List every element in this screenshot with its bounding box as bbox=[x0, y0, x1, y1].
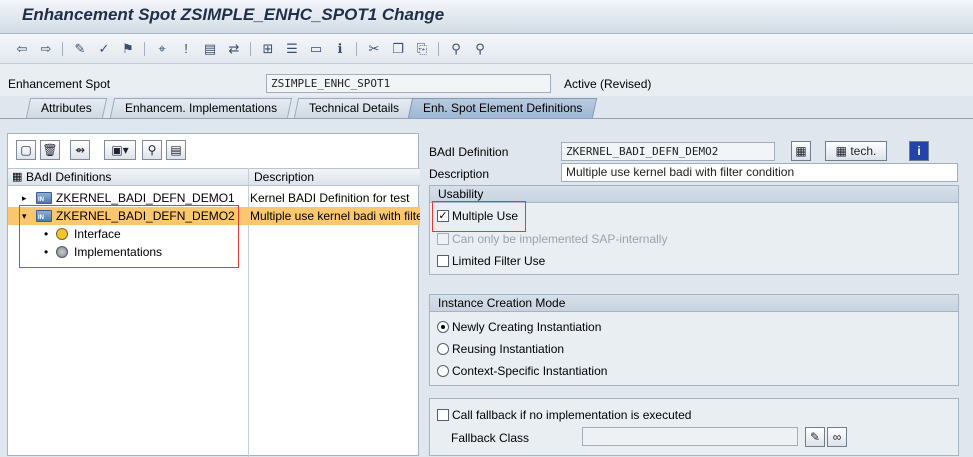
move-icon[interactable]: ⇴ bbox=[70, 140, 90, 160]
copy-icon[interactable]: ❐ bbox=[390, 41, 406, 57]
fallback-class-field[interactable] bbox=[582, 427, 798, 446]
context-specific-label: Context-Specific Instantiation bbox=[452, 364, 608, 378]
tree-root-icon: ▦ bbox=[12, 171, 23, 183]
tab-enhancement-implementations[interactable]: Enhancem. Implementations bbox=[109, 98, 293, 118]
tech-icon: ▦ bbox=[835, 144, 851, 158]
toolbar-separator bbox=[356, 42, 357, 56]
list-icon[interactable]: ☰ bbox=[284, 41, 300, 57]
tech-button[interactable]: ▦ tech. bbox=[825, 141, 887, 161]
instance-creation-title: Instance Creation Mode bbox=[430, 295, 958, 312]
cut-icon[interactable]: ✂ bbox=[366, 41, 382, 57]
tree-row-name: ZKERNEL_BADI_DEFN_DEMO2 bbox=[56, 209, 235, 223]
context-specific-radio[interactable] bbox=[437, 365, 449, 377]
badi-detail-panel: BAdI Definition ZKERNEL_BADI_DEFN_DEMO2 … bbox=[424, 133, 973, 456]
interface-icon bbox=[56, 228, 68, 240]
call-fallback-checkbox[interactable] bbox=[437, 409, 449, 421]
description-field[interactable]: Multiple use kernel badi with filter con… bbox=[561, 163, 958, 182]
tree-row-description: Multiple use kernel badi with filter con… bbox=[250, 209, 420, 223]
fallback-group: Call fallback if no implementation is ex… bbox=[429, 398, 959, 456]
limited-filter-label: Limited Filter Use bbox=[452, 254, 546, 268]
fallback-class-label: Fallback Class bbox=[451, 431, 530, 445]
usability-title: Usability bbox=[430, 186, 958, 203]
application-toolbar: ⇦ ⇨ ✎ ✓ ⚑ ⌖ ! ▤ ⇄ ⊞ ☰ ▭ ℹ ✂ ❐ ⎘ ⚲ ⚲ bbox=[0, 34, 973, 64]
sap-internal-label: Can only be implemented SAP-internally bbox=[452, 232, 668, 246]
multiple-use-label: Multiple Use bbox=[452, 209, 519, 223]
sap-internal-checkbox bbox=[437, 233, 449, 245]
tech-label: tech. bbox=[850, 144, 877, 158]
toolbar-separator bbox=[144, 42, 145, 56]
badi-properties-icon[interactable]: ▦ bbox=[791, 141, 811, 161]
limited-filter-checkbox[interactable] bbox=[437, 255, 449, 267]
tree-row-description: Kernel BADI Definition for test bbox=[250, 191, 410, 205]
find-icon[interactable]: ⚲ bbox=[448, 41, 464, 57]
badi-definition-field: ZKERNEL_BADI_DEFN_DEMO2 bbox=[561, 142, 775, 161]
info-icon[interactable]: ℹ bbox=[332, 41, 348, 57]
details-icon[interactable]: ▤ bbox=[166, 140, 186, 160]
display-glasses-icon[interactable]: ∞ bbox=[827, 427, 847, 447]
edit-pencil-icon[interactable]: ✎ bbox=[805, 427, 825, 447]
tree-child-label: Interface bbox=[74, 227, 121, 241]
tree-row-name: ZKERNEL_BADI_DEFN_DEMO1 bbox=[56, 191, 235, 205]
tree-row-selected[interactable]: ▾ ZKERNEL_BADI_DEFN_DEMO2 Multiple use k… bbox=[8, 207, 420, 225]
tree-toolbar: ▢ 🗑 ⇴ ▣▾ ⚲ ▤ bbox=[8, 140, 420, 164]
info-pin-icon[interactable]: ! bbox=[178, 41, 194, 57]
paste-icon[interactable]: ⎘ bbox=[414, 41, 430, 57]
create-icon[interactable]: ▢ bbox=[16, 140, 36, 160]
expand-icon[interactable]: ▸ bbox=[22, 189, 27, 207]
info-button-icon[interactable]: i bbox=[909, 141, 929, 161]
layout-menu-icon[interactable]: ▣▾ bbox=[104, 140, 136, 160]
newly-creating-radio[interactable] bbox=[437, 321, 449, 333]
tree-child-interface[interactable]: • Interface bbox=[8, 225, 420, 243]
where-used-icon[interactable]: ⌖ bbox=[154, 41, 170, 57]
delete-icon[interactable]: 🗑 bbox=[40, 140, 60, 160]
badi-definition-icon bbox=[36, 192, 52, 204]
instance-creation-group: Instance Creation Mode Newly Creating In… bbox=[429, 294, 959, 386]
tree-row[interactable]: ▸ ZKERNEL_BADI_DEFN_DEMO1 Kernel BADI De… bbox=[8, 189, 420, 207]
activate-icon[interactable]: ⚑ bbox=[120, 41, 136, 57]
description-label: Description bbox=[429, 167, 490, 181]
badi-tree-panel: ▢ 🗑 ⇴ ▣▾ ⚲ ▤ ▦ BAdI Definitions Descript… bbox=[7, 133, 420, 457]
back-arrow-icon[interactable]: ⇦ bbox=[14, 41, 30, 57]
forward-arrow-icon[interactable]: ⇨ bbox=[38, 41, 54, 57]
collapse-icon[interactable]: ▾ bbox=[22, 207, 27, 225]
bullet-icon: • bbox=[44, 245, 49, 259]
usability-group: Usability ✓ Multiple Use Can only be imp… bbox=[429, 185, 959, 275]
badi-definition-label: BAdI Definition bbox=[429, 145, 509, 159]
tab-attributes[interactable]: Attributes bbox=[25, 98, 107, 118]
tree-column-name: BAdI Definitions bbox=[26, 170, 112, 184]
hierarchy-icon[interactable]: ⊞ bbox=[260, 41, 276, 57]
tab-content-top bbox=[0, 118, 973, 133]
status-text: Active (Revised) bbox=[564, 77, 652, 91]
tree-child-label: Implementations bbox=[74, 245, 163, 259]
tab-strip: Attributes Enhancem. Implementations Tec… bbox=[0, 96, 973, 118]
toolbar-separator bbox=[438, 42, 439, 56]
reusing-label: Reusing Instantiation bbox=[452, 342, 565, 356]
reusing-radio[interactable] bbox=[437, 343, 449, 355]
display-object-icon[interactable]: ▤ bbox=[202, 41, 218, 57]
multiple-use-checkbox[interactable]: ✓ bbox=[437, 210, 449, 222]
tree-header: ▦ BAdI Definitions Description bbox=[8, 168, 420, 186]
newly-creating-label: Newly Creating Instantiation bbox=[452, 320, 602, 334]
edit-toggle-icon[interactable]: ✎ bbox=[72, 41, 88, 57]
enhancement-spot-label: Enhancement Spot bbox=[8, 77, 111, 91]
navigate-icon[interactable]: ⇄ bbox=[226, 41, 242, 57]
tree-column-description: Description bbox=[254, 170, 315, 184]
tab-technical-details[interactable]: Technical Details bbox=[293, 98, 415, 118]
tree-child-implementations[interactable]: • Implementations bbox=[8, 243, 420, 261]
window-icon[interactable]: ▭ bbox=[308, 41, 324, 57]
tab-element-definitions[interactable]: Enh. Spot Element Definitions bbox=[407, 98, 598, 118]
check-icon[interactable]: ✓ bbox=[96, 41, 112, 57]
call-fallback-label: Call fallback if no implementation is ex… bbox=[452, 408, 692, 422]
header-area: Enhancement Spot ZSIMPLE_ENHC_SPOT1 Acti… bbox=[0, 64, 973, 96]
toolbar-separator bbox=[250, 42, 251, 56]
find-tree-icon[interactable]: ⚲ bbox=[142, 140, 162, 160]
toolbar-separator bbox=[62, 42, 63, 56]
bullet-icon: • bbox=[44, 227, 49, 241]
find-next-icon[interactable]: ⚲ bbox=[472, 41, 488, 57]
enhancement-spot-field: ZSIMPLE_ENHC_SPOT1 bbox=[266, 74, 551, 93]
implementations-icon bbox=[56, 246, 68, 258]
badi-definition-icon bbox=[36, 210, 52, 222]
title-bar: Enhancement Spot ZSIMPLE_ENHC_SPOT1 Chan… bbox=[0, 0, 973, 34]
window-title: Enhancement Spot ZSIMPLE_ENHC_SPOT1 Chan… bbox=[22, 5, 445, 24]
